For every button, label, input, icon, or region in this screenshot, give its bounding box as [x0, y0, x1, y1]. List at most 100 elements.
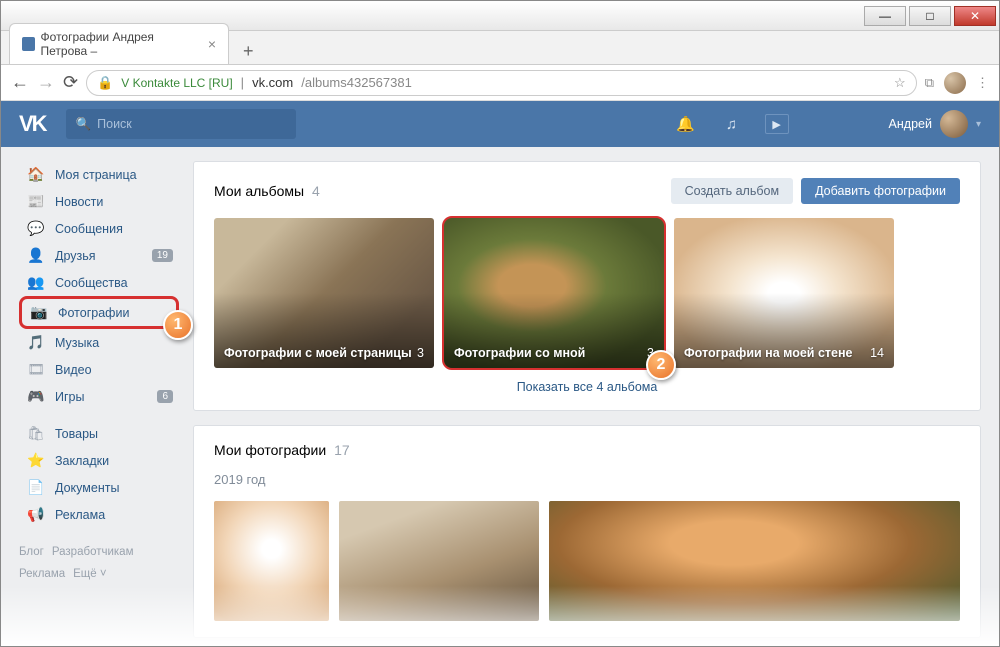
star-icon: ⭐	[27, 452, 45, 469]
menu-icon[interactable]: ⋮	[976, 75, 989, 91]
sidebar-footer: Блог Разработчикам Реклама Ещё ˅	[19, 542, 179, 586]
sidebar-item-communities[interactable]: 👥 Сообщества	[19, 269, 179, 296]
sidebar-item-market[interactable]: 🛍 Товары	[19, 420, 179, 447]
sidebar-item-messages[interactable]: 💬 Сообщения	[19, 215, 179, 242]
album-count: 14	[870, 346, 884, 360]
sidebar-item-label: Фотографии	[58, 306, 129, 320]
photos-card: Мои фотографии 17 2019 год	[193, 425, 981, 638]
badge: 6	[157, 390, 173, 403]
play-icon[interactable]: ▶	[765, 114, 789, 134]
photos-title: Мои фотографии 17	[214, 442, 350, 458]
forward-button[interactable]: →	[37, 72, 55, 93]
lock-icon: 🔒	[97, 75, 113, 91]
photo-thumb[interactable]	[339, 501, 539, 621]
sidebar-item-my-page[interactable]: 🏠Моя страница	[19, 161, 179, 188]
username: Андрей	[889, 117, 932, 131]
main-content: Мои альбомы 4 Создать альбом Добавить фо…	[193, 161, 981, 646]
camera-icon: 📷	[30, 304, 48, 321]
cert-label: V Kontakte LLC [RU]	[121, 76, 232, 90]
album-title: Фотографии с моей страницы	[224, 346, 412, 360]
footer-link-dev[interactable]: Разработчикам	[52, 546, 134, 558]
music-icon[interactable]: ♫	[719, 111, 745, 137]
url-path: /albums432567381	[301, 75, 412, 90]
albums-count: 4	[312, 183, 320, 199]
footer-link-more[interactable]: Ещё ˅	[73, 568, 106, 580]
new-tab-button[interactable]: +	[235, 39, 262, 64]
sidebar-item-label: Сообщения	[55, 222, 123, 236]
sidebar-item-label: Видео	[55, 363, 92, 377]
communities-icon: 👥	[27, 274, 45, 291]
omnibox[interactable]: 🔒 V Kontakte LLC [RU] | vk.com/albums432…	[86, 70, 917, 96]
sidebar-item-video[interactable]: 🎞 Видео	[19, 356, 179, 383]
album-title: Фотографии со мной	[454, 346, 585, 360]
album-item[interactable]: Фотографии со мной 3	[444, 218, 664, 368]
sidebar-item-news[interactable]: 📰 Новости	[19, 188, 179, 215]
tab-close-icon[interactable]: ×	[208, 36, 216, 52]
sidebar-item-label: Документы	[55, 481, 119, 495]
close-button[interactable]: ✕	[954, 6, 996, 26]
footer-link-ads[interactable]: Реклама	[19, 568, 65, 580]
back-button[interactable]: ←	[11, 72, 29, 93]
create-album-button[interactable]: Создать альбом	[671, 178, 793, 204]
sidebar-item-label: Закладки	[55, 454, 109, 468]
sidebar-item-label: Товары	[55, 427, 98, 441]
album-title: Фотографии на моей стене	[684, 346, 853, 360]
sidebar: 🏠Моя страница 📰 Новости 💬 Сообщения 👤 Друзь…	[19, 161, 179, 646]
albums-card: Мои альбомы 4 Создать альбом Добавить фо…	[193, 161, 981, 411]
callout-marker-2: 2	[646, 350, 676, 380]
user-menu[interactable]: Андрей ▾	[889, 110, 981, 138]
album-item[interactable]: Фотографии на моей стене 14	[674, 218, 894, 368]
footer-link-blog[interactable]: Блог	[19, 546, 44, 558]
sidebar-item-photos[interactable]: 📷 Фотографии	[19, 296, 179, 329]
sidebar-item-label: Друзья	[55, 249, 96, 263]
avatar-icon	[940, 110, 968, 138]
add-photos-button[interactable]: Добавить фотографии	[801, 178, 960, 204]
maximize-button[interactable]: □	[909, 6, 951, 26]
tab-title: Фотографии Андрея Петрова –	[41, 30, 196, 58]
video-icon: 🎞	[27, 361, 45, 378]
vk-header: VK 🔍 Поиск 🔔 ♫ ▶ Андрей ▾	[1, 101, 999, 147]
albums-title: Мои альбомы 4	[214, 183, 320, 199]
news-icon: 📰	[27, 193, 45, 210]
page-content: VK 🔍 Поиск 🔔 ♫ ▶ Андрей ▾ 🏠Моя страница …	[1, 101, 999, 646]
sidebar-item-music[interactable]: 🎵 Музыка	[19, 329, 179, 356]
url-host: vk.com	[252, 75, 293, 90]
sidebar-item-label: Музыка	[55, 336, 99, 350]
games-icon: 🎮	[27, 388, 45, 405]
sidebar-item-label: Сообщества	[55, 276, 128, 290]
favicon-icon	[22, 37, 35, 51]
reload-button[interactable]: ⟳	[63, 72, 78, 93]
show-all-albums-link[interactable]: Показать все 4 альбома	[214, 380, 960, 394]
sidebar-item-ads[interactable]: 📢 Реклама	[19, 501, 179, 528]
album-item[interactable]: Фотографии с моей страницы 3	[214, 218, 434, 368]
megaphone-icon: 📢	[27, 506, 45, 523]
browser-window: — □ ✕ Фотографии Андрея Петрова – × + ← …	[0, 0, 1000, 647]
profile-avatar-icon[interactable]	[944, 72, 966, 94]
chevron-down-icon: ▾	[976, 119, 981, 130]
bag-icon: 🛍	[27, 425, 45, 442]
search-icon: 🔍	[76, 117, 92, 132]
notifications-icon[interactable]: 🔔	[673, 111, 699, 137]
sidebar-item-friends[interactable]: 👤Друзья19	[19, 242, 179, 269]
sidebar-item-bookmarks[interactable]: ⭐ Закладки	[19, 447, 179, 474]
sidebar-item-documents[interactable]: 📄Документы	[19, 474, 179, 501]
browser-tab[interactable]: Фотографии Андрея Петрова – ×	[9, 23, 229, 64]
address-bar: ← → ⟳ 🔒 V Kontakte LLC [RU] | vk.com/alb…	[1, 65, 999, 101]
sidebar-item-label: Моя страница	[55, 168, 137, 182]
messages-icon: 💬	[27, 220, 45, 237]
search-placeholder: Поиск	[97, 117, 132, 131]
photos-year: 2019 год	[214, 472, 960, 487]
friends-icon: 👤	[27, 247, 45, 264]
photo-thumb[interactable]	[214, 501, 329, 621]
sidebar-item-label: Реклама	[55, 508, 105, 522]
search-input[interactable]: 🔍 Поиск	[66, 109, 296, 139]
extension-icon[interactable]: ⧉	[925, 75, 934, 91]
sidebar-item-label: Новости	[55, 195, 103, 209]
music-note-icon: 🎵	[27, 334, 45, 351]
vk-logo[interactable]: VK	[19, 111, 46, 137]
album-count: 3	[417, 346, 424, 360]
minimize-button[interactable]: —	[864, 6, 906, 26]
star-icon[interactable]: ☆	[894, 75, 906, 91]
photo-thumb[interactable]	[549, 501, 960, 621]
sidebar-item-games[interactable]: 🎮Игры6	[19, 383, 179, 410]
